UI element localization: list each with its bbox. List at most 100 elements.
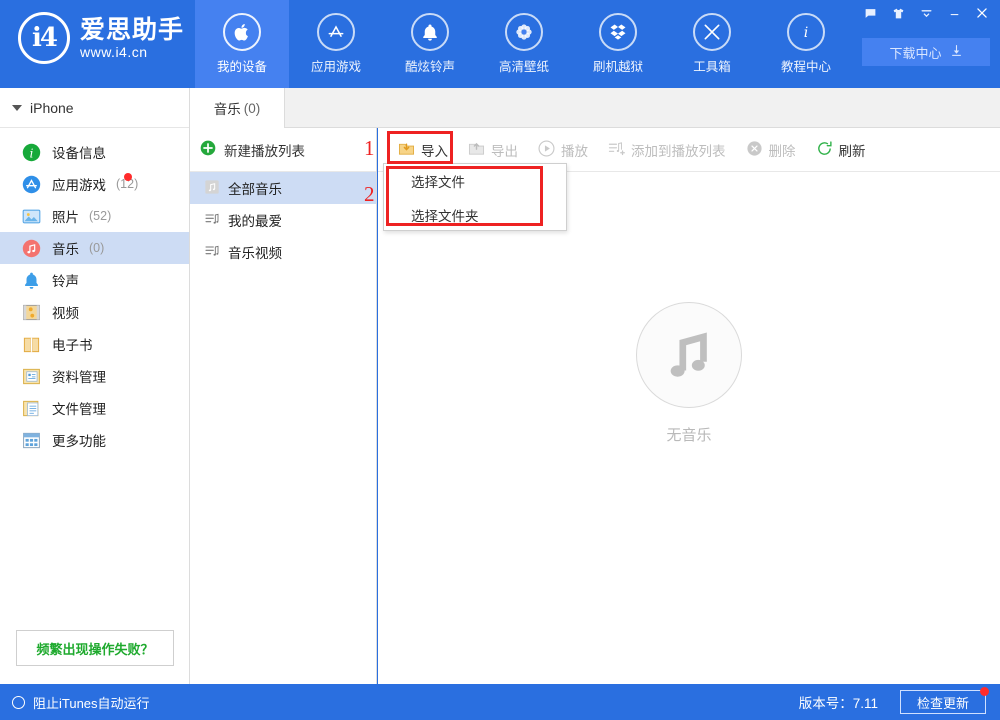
brand-url: www.i4.cn <box>80 45 184 60</box>
sidebar-item-label: 铃声 <box>52 270 79 290</box>
flower-icon <box>505 13 543 51</box>
block-itunes-checkbox[interactable]: 阻止iTunes自动运行 <box>12 693 150 712</box>
nav-tab-wallpaper[interactable]: 高清壁纸 <box>477 0 571 88</box>
nav-tab-label: 应用游戏 <box>311 56 361 75</box>
sidebar-item-label: 资料管理 <box>52 366 106 386</box>
sidebar-item-label: 视频 <box>52 302 79 322</box>
nav-tab-label: 教程中心 <box>781 56 831 75</box>
nav-tab-apps-games[interactable]: 应用游戏 <box>289 0 383 88</box>
sidebar-item-data-management[interactable]: 资料管理 <box>0 360 189 392</box>
sidebar-items: i 设备信息 应用游戏 (12) 照片 (52) <box>0 128 189 456</box>
file-folder-icon <box>20 397 42 419</box>
play-button: 播放 <box>530 135 596 165</box>
import-dropdown-menu: 选择文件 选择文件夹 <box>383 163 567 231</box>
version-label: 版本号：7.11 <box>799 692 878 712</box>
grid-icon <box>20 429 42 451</box>
import-icon <box>398 140 415 160</box>
dropdown-item-label: 选择文件夹 <box>411 205 479 225</box>
feedback-icon[interactable] <box>856 0 884 26</box>
delete-button: 删除 <box>738 135 804 165</box>
appstore-icon <box>317 13 355 51</box>
info-icon: i <box>787 13 825 51</box>
new-playlist-button[interactable]: 新建播放列表 <box>190 128 376 172</box>
sidebar-item-file-management[interactable]: 文件管理 <box>0 392 189 424</box>
download-icon <box>950 44 963 60</box>
wrench-icon <box>693 13 731 51</box>
menu-icon[interactable] <box>912 0 940 26</box>
logo-mark-icon: i4 <box>18 12 70 64</box>
nav-tab-tutorials[interactable]: i 教程中心 <box>759 0 853 88</box>
tab-music[interactable]: 音乐 (0) <box>190 88 285 128</box>
check-update-label: 检查更新 <box>917 693 969 712</box>
delete-icon <box>746 140 763 160</box>
sidebar-item-more-features[interactable]: 更多功能 <box>0 424 189 456</box>
download-center-label: 下载中心 <box>889 43 941 62</box>
import-button[interactable]: 导入 <box>390 135 456 165</box>
dropdown-item-select-file[interactable]: 选择文件 <box>384 164 566 198</box>
help-link-label: 频繁出现操作失败？ <box>36 639 153 658</box>
dropdown-item-select-folder[interactable]: 选择文件夹 <box>384 198 566 232</box>
nav-tab-label: 酷炫铃声 <box>405 56 455 75</box>
radio-icon <box>12 696 25 709</box>
minimize-icon[interactable] <box>940 0 968 26</box>
nav-tab-label: 工具箱 <box>693 56 731 75</box>
sidebar-item-music[interactable]: 音乐 (0) <box>0 232 189 264</box>
music-circle-icon <box>20 237 42 259</box>
nav-tab-label: 刷机越狱 <box>593 56 643 75</box>
window-controls <box>856 0 996 26</box>
annotation-number-1: 1 <box>364 136 375 161</box>
device-selector[interactable]: iPhone <box>0 88 189 128</box>
refresh-button[interactable]: 刷新 <box>808 135 874 165</box>
help-link-frequent-failures[interactable]: 频繁出现操作失败？ <box>16 630 174 666</box>
new-playlist-label: 新建播放列表 <box>224 140 305 160</box>
nav-tab-my-device[interactable]: 我的设备 <box>195 0 289 88</box>
sidebar-item-ebooks[interactable]: 电子书 <box>0 328 189 360</box>
playlist-item-all-music[interactable]: 全部音乐 <box>190 172 376 204</box>
import-label: 导入 <box>421 140 448 160</box>
sidebar-item-label: 音乐 <box>52 238 79 258</box>
playlist-item-music-videos[interactable]: 音乐视频 <box>190 236 376 268</box>
nav-tab-flash-jailbreak[interactable]: 刷机越狱 <box>571 0 665 88</box>
playlist-item-favorites[interactable]: 我的最爱 <box>190 204 376 236</box>
photo-icon <box>20 205 42 227</box>
check-update-button[interactable]: 检查更新 <box>900 690 986 714</box>
tab-music-count: (0) <box>244 101 261 116</box>
sidebar-item-device-info[interactable]: i 设备信息 <box>0 136 189 168</box>
svg-text:i: i <box>29 146 33 160</box>
download-center-button[interactable]: 下载中心 <box>862 38 990 66</box>
export-icon <box>468 140 485 160</box>
app-logo: i4 爱思助手 www.i4.cn <box>18 12 184 64</box>
film-icon <box>20 301 42 323</box>
dropdown-item-label: 选择文件 <box>411 171 465 191</box>
brand-name: 爱思助手 <box>80 17 184 43</box>
skin-icon[interactable] <box>884 0 912 26</box>
nav-tab-ringtones[interactable]: 酷炫铃声 <box>383 0 477 88</box>
export-label: 导出 <box>491 140 518 160</box>
sidebar-item-count: (0) <box>89 241 104 255</box>
app-window: i4 爱思助手 www.i4.cn 我的设备 应用游戏 <box>0 0 1000 720</box>
bell-icon <box>411 13 449 51</box>
sidebar-item-photos[interactable]: 照片 (52) <box>0 200 189 232</box>
sidebar-item-count: (52) <box>89 209 111 223</box>
sidebar-item-ringtones[interactable]: 铃声 <box>0 264 189 296</box>
music-note-icon <box>204 179 220 198</box>
refresh-label: 刷新 <box>839 140 866 160</box>
refresh-icon <box>816 140 833 160</box>
playlist-pane: 新建播放列表 全部音乐 我的最爱 音乐视频 <box>190 128 377 684</box>
sidebar-item-apps-games[interactable]: 应用游戏 (12) <box>0 168 189 200</box>
sidebar-item-label: 应用游戏 <box>52 174 106 194</box>
music-content-area: 无音乐 <box>378 172 1000 684</box>
delete-label: 删除 <box>769 140 796 160</box>
box-open-icon <box>599 13 637 51</box>
chevron-down-icon <box>12 105 22 111</box>
sidebar-item-label: 照片 <box>52 206 79 226</box>
main-nav-tabs: 我的设备 应用游戏 酷炫铃声 高清壁纸 <box>195 0 853 88</box>
nav-tab-toolbox[interactable]: 工具箱 <box>665 0 759 88</box>
app-header: i4 爱思助手 www.i4.cn 我的设备 应用游戏 <box>0 0 1000 88</box>
close-icon[interactable] <box>968 0 996 26</box>
empty-state-label: 无音乐 <box>666 424 711 445</box>
playlist-icon <box>204 211 220 230</box>
sidebar-item-label: 更多功能 <box>52 430 106 450</box>
sidebar-item-videos[interactable]: 视频 <box>0 296 189 328</box>
export-button: 导出 <box>460 135 526 165</box>
